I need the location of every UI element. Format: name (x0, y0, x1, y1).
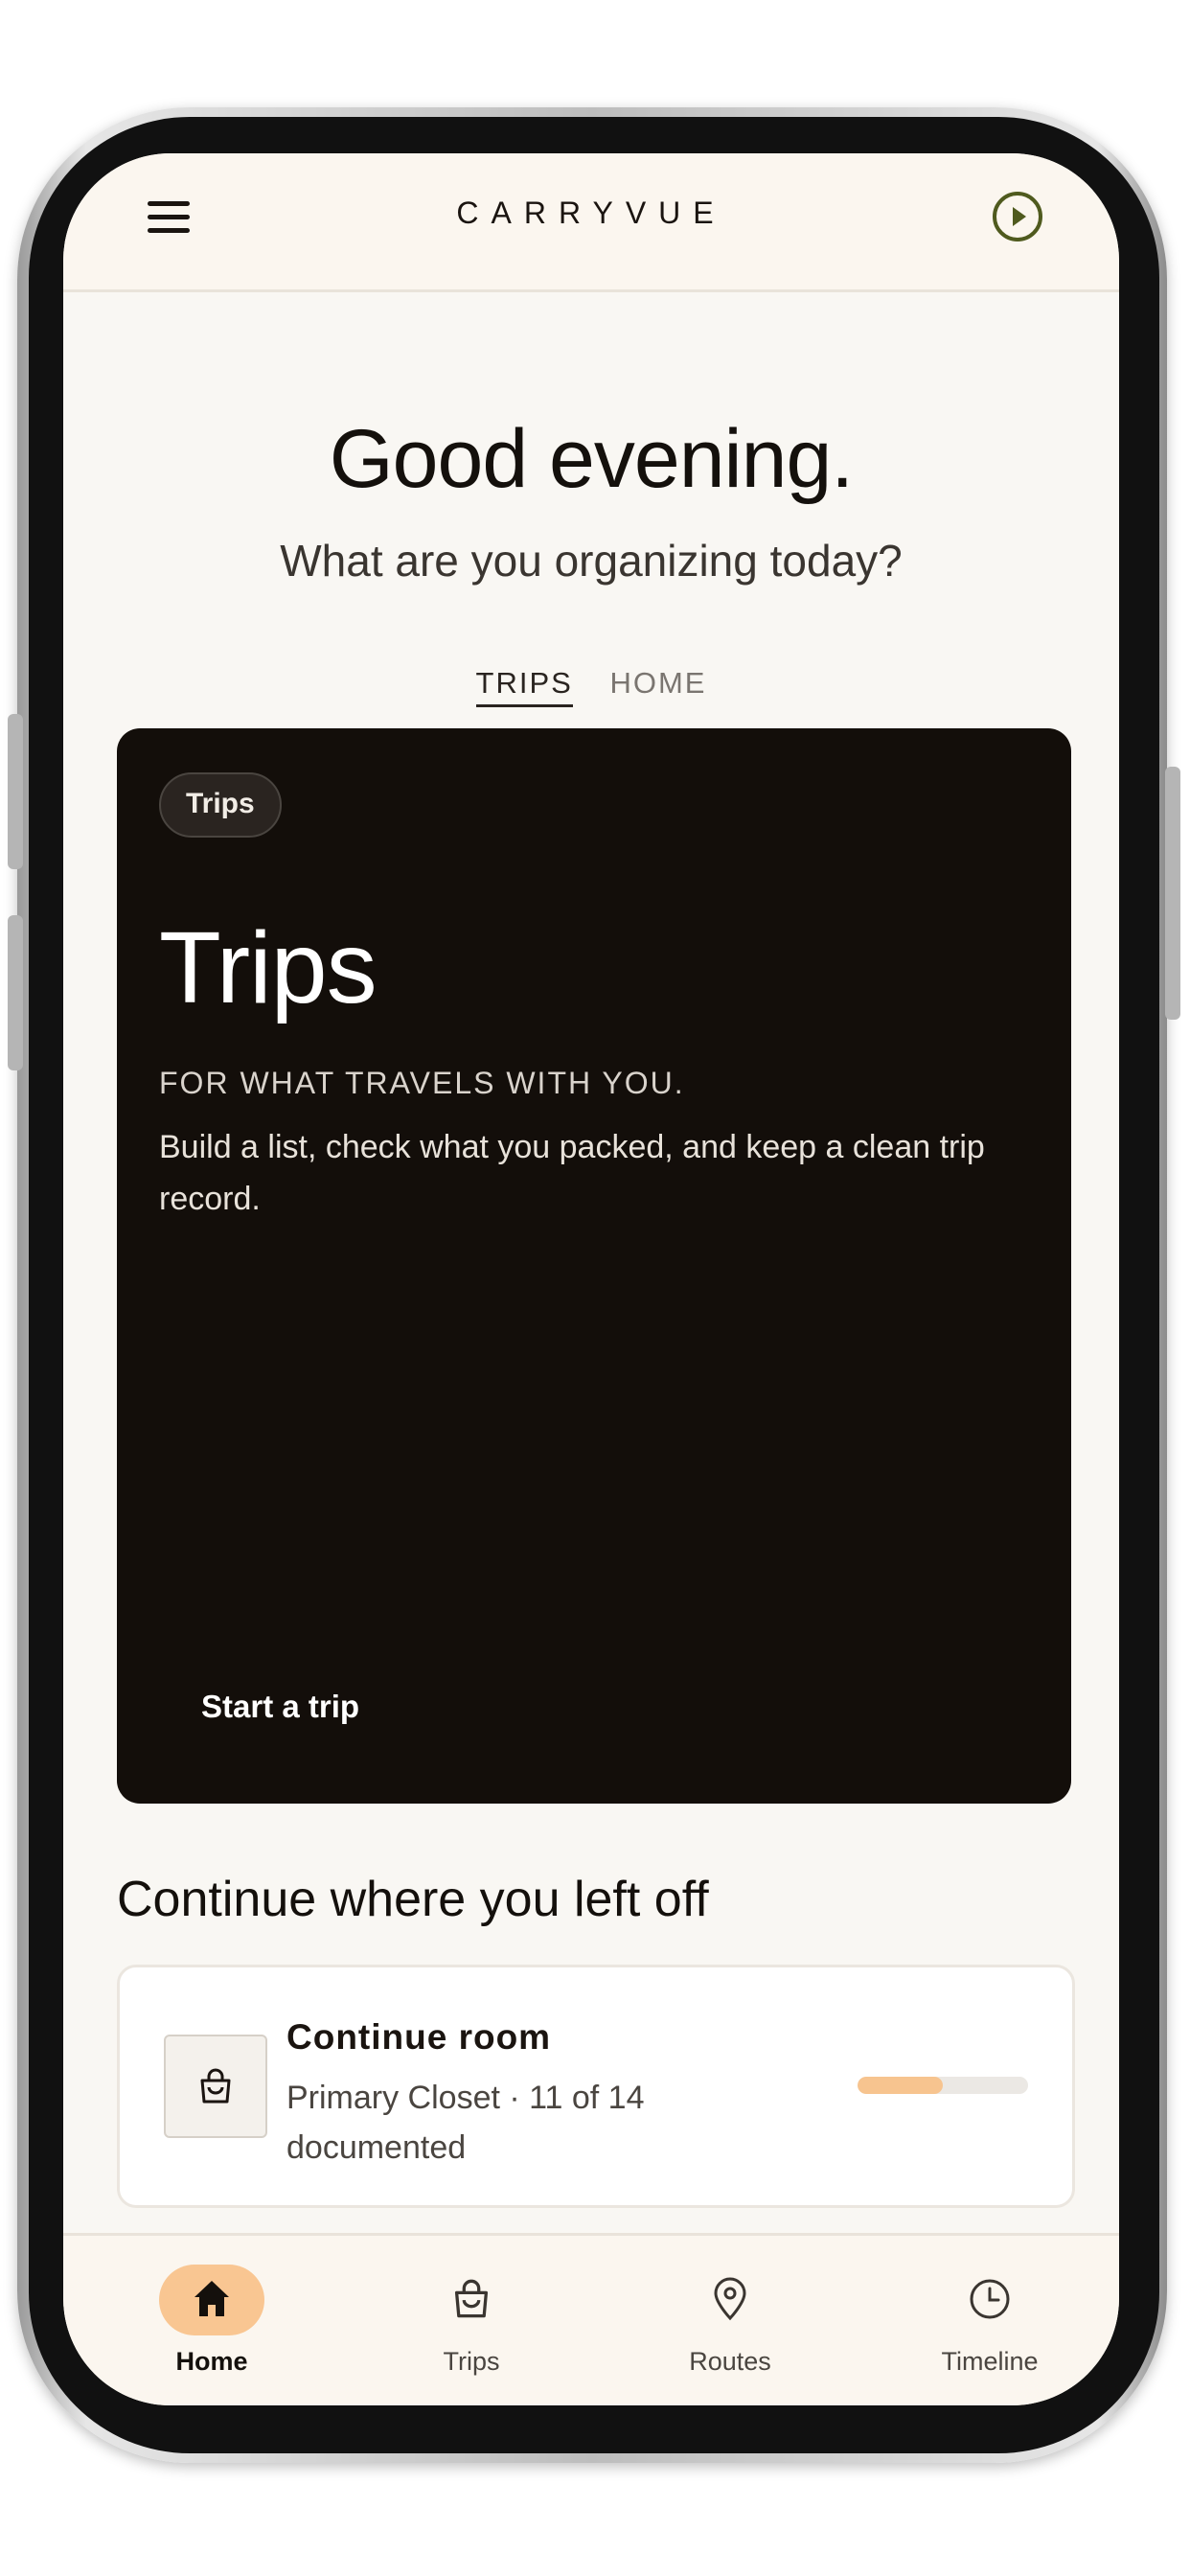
volume-down-button (8, 915, 23, 1070)
tab-home[interactable]: HOME (609, 666, 706, 704)
greeting-title: Good evening. (329, 413, 854, 505)
play-circle-icon[interactable] (991, 190, 1044, 243)
tab-trips[interactable]: TRIPS (475, 666, 573, 707)
nav-timeline[interactable]: Timeline (904, 2236, 1076, 2405)
shopping-bag-icon (200, 2068, 231, 2104)
brand-logo: CARRYVUE (456, 196, 726, 230)
bottom-navigation: Home Trips Routes Timeline (63, 2233, 1119, 2405)
start-trip-button[interactable]: Start a trip (201, 1689, 359, 1725)
greeting-subtitle: What are you organizing today? (280, 536, 903, 586)
hero-category-chip: Trips (159, 772, 282, 838)
continue-section-title: Continue where you left off (117, 1872, 709, 1927)
continue-room-card[interactable]: Continue room Primary Closet · 11 of 14 … (117, 1965, 1075, 2208)
top-app-bar: CARRYVUE (63, 153, 1119, 292)
progress-bar (858, 2077, 1028, 2094)
power-button (1165, 767, 1180, 1020)
continue-card-title: Continue room (286, 2017, 552, 2057)
nav-trips[interactable]: Trips (385, 2236, 558, 2405)
map-pin-icon (714, 2277, 746, 2321)
volume-up-button (8, 714, 23, 869)
nav-routes-label: Routes (689, 2347, 771, 2376)
hero-tagline: FOR WHAT TRAVELS WITH YOU. (159, 1066, 685, 1100)
progress-bar-fill (858, 2077, 943, 2094)
nav-home[interactable]: Home (126, 2236, 298, 2405)
nav-timeline-highlight (937, 2265, 1042, 2335)
nav-home-highlight (159, 2265, 264, 2335)
nav-routes[interactable]: Routes (644, 2236, 816, 2405)
nav-trips-label: Trips (443, 2347, 500, 2376)
category-tabs: TRIPS HOME (63, 666, 1119, 707)
continue-card-subtitle: Primary Closet · 11 of 14 documented (286, 2080, 645, 2166)
clock-icon (970, 2279, 1010, 2319)
shopping-bag-icon (454, 2279, 489, 2318)
nav-timeline-label: Timeline (941, 2347, 1039, 2376)
trips-hero-card[interactable]: Trips Trips FOR WHAT TRAVELS WITH YOU. B… (117, 728, 1071, 1804)
home-icon (195, 2281, 229, 2316)
continue-card-icon-box (164, 2035, 267, 2138)
app-screen: CARRYVUE Good evening. What are you orga… (63, 153, 1119, 2405)
hero-title: Trips (159, 911, 378, 1024)
hero-description: Build a list, check what you packed, and… (159, 1129, 985, 1217)
nav-routes-highlight (677, 2265, 783, 2335)
nav-trips-highlight (419, 2265, 524, 2335)
nav-home-label: Home (175, 2347, 248, 2376)
